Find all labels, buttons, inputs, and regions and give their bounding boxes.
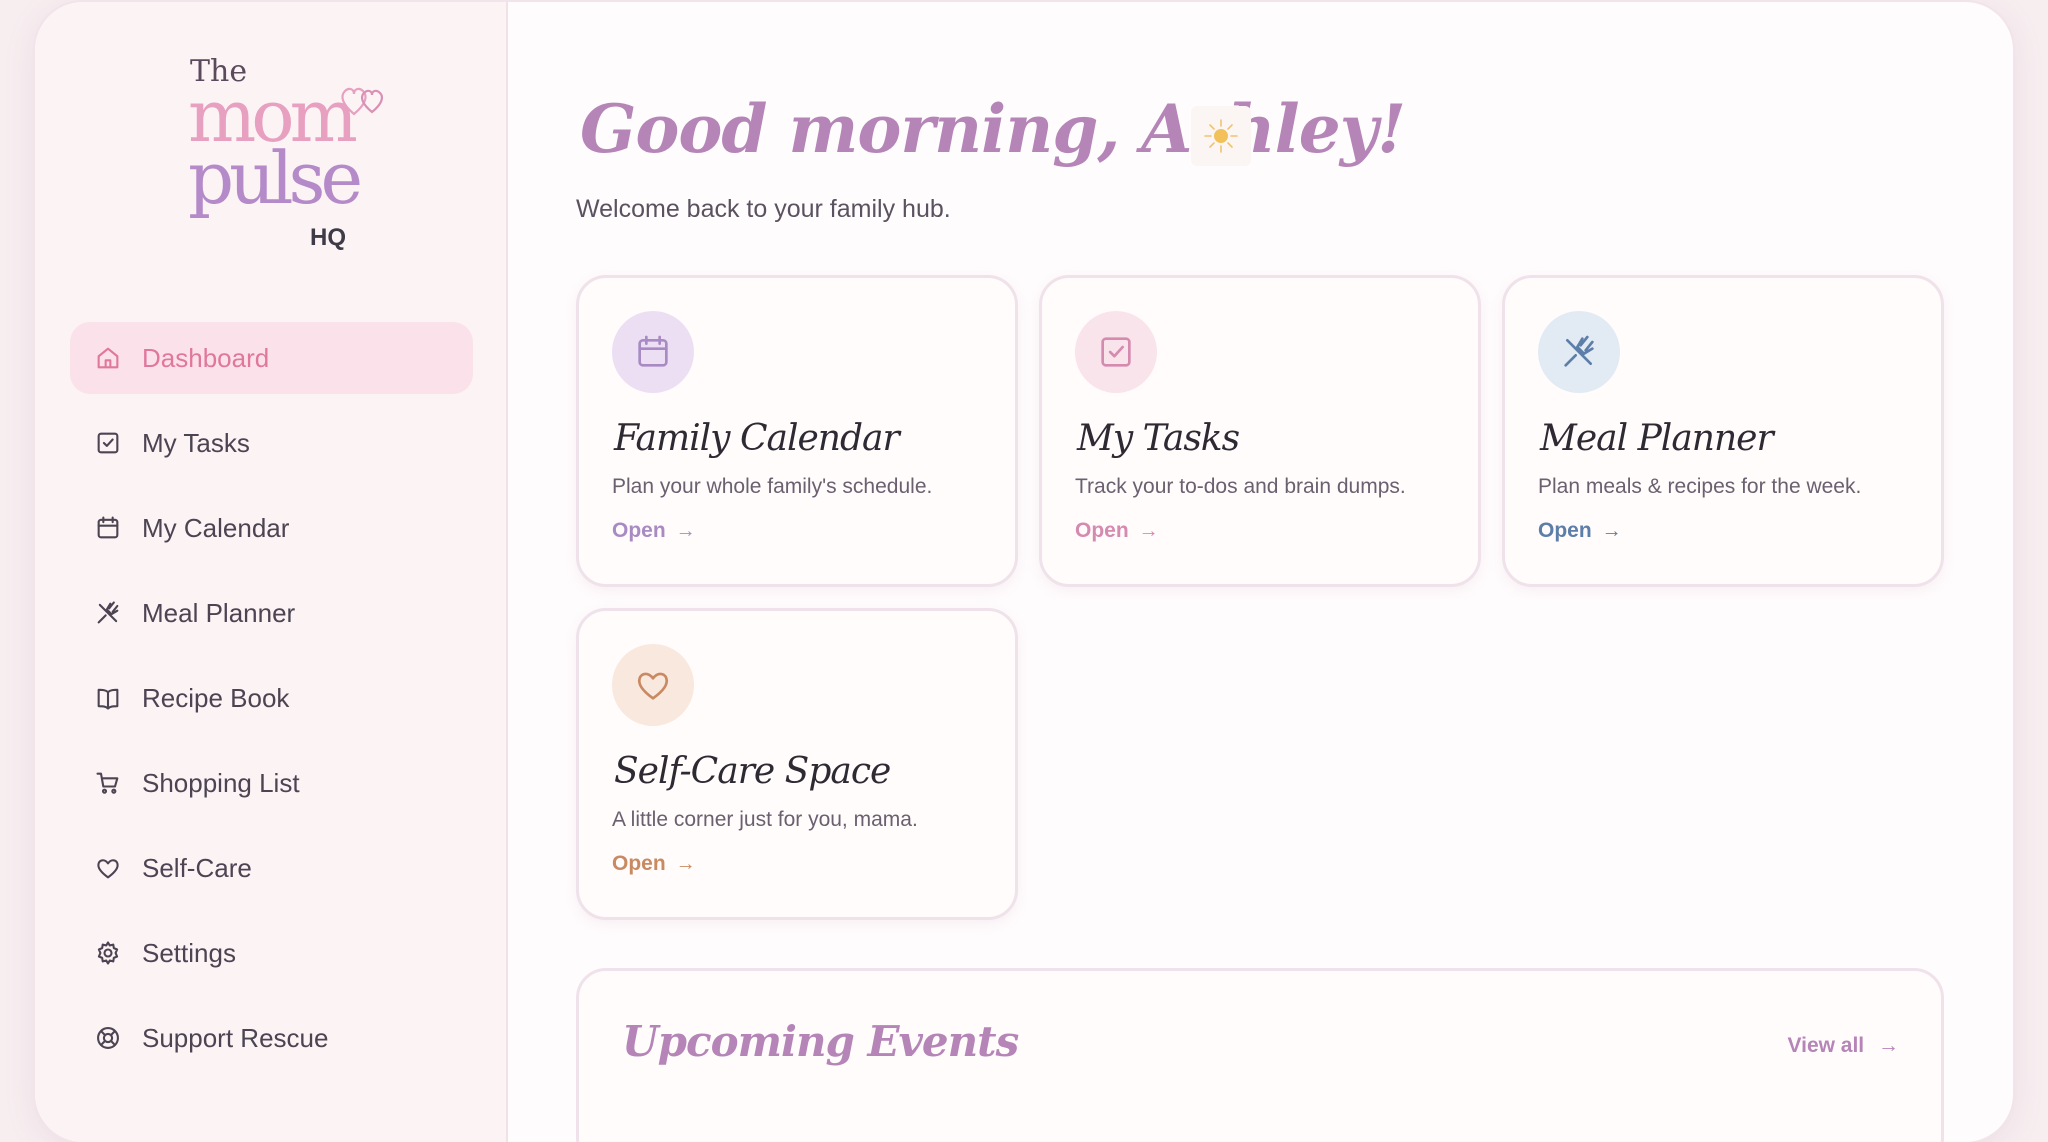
book-icon [94,684,122,712]
welcome-text: Welcome back to your family hub. [576,195,951,223]
sidebar-item-label: My Calendar [142,512,290,543]
cart-icon [94,769,122,797]
card-description: Plan meals & recipes for the week. [1538,475,1862,498]
sidebar-item-settings[interactable]: Settings [70,917,473,989]
sidebar-item-label: Shopping List [142,767,300,798]
card-badge [612,311,694,393]
utensils-icon [1564,335,1594,367]
heart-icon [94,854,122,882]
sidebar-item-label: Self-Care [142,852,252,883]
sidebar-item-recipe-book[interactable]: Recipe Book [70,662,473,734]
home-icon [94,344,122,372]
card-title: Family Calendar [614,418,900,459]
open-link[interactable]: Open → [1538,519,1622,543]
view-all-label: View all [1787,1034,1865,1057]
open-link[interactable]: Open → [612,852,696,876]
view-all-link[interactable]: View all → [1787,1034,1899,1058]
card-meal-planner[interactable]: Meal Planner Plan meals & recipes for th… [1502,275,1944,587]
card-badge [1075,311,1157,393]
logo: The mom pulse HQ [188,54,410,254]
utensils-icon [94,599,122,627]
sidebar-item-self-care[interactable]: Self-Care [70,832,473,904]
sidebar: The mom pulse HQ Dashboard My Tasks My C… [35,2,508,1142]
page-title: Good morning, Ashley! [580,90,1406,168]
sidebar-item-label: Support Rescue [142,1022,329,1053]
card-description: Track your to-dos and brain dumps. [1075,475,1406,498]
arrow-right-icon: → [675,519,696,542]
calendar-icon [94,514,122,542]
sidebar-item-meal-planner[interactable]: Meal Planner [70,577,473,649]
sidebar-item-dashboard[interactable]: Dashboard [70,322,473,394]
app-window: The mom pulse HQ Dashboard My Tasks My C… [35,2,2013,1142]
calendar-icon [638,335,668,367]
open-link-label: Open [612,519,666,542]
lifebuoy-icon [94,1024,122,1052]
sidebar-item-label: My Tasks [142,427,250,458]
main-content: Good morning, Ashley! Welcome back to yo… [508,2,2013,1142]
card-self-care-space[interactable]: Self-Care Space A little corner just for… [576,608,1018,920]
card-description: A little corner just for you, mama. [612,808,918,831]
card-badge [1538,311,1620,393]
card-title: Meal Planner [1540,418,1774,459]
open-link-label: Open [612,852,666,875]
sidebar-item-support-rescue[interactable]: Support Rescue [70,1002,473,1074]
arrow-right-icon: → [1601,519,1622,542]
check-square-icon [1101,337,1131,367]
upcoming-events-title: Upcoming Events [622,1017,1019,1066]
sidebar-item-my-calendar[interactable]: My Calendar [70,492,473,564]
open-link[interactable]: Open → [612,519,696,543]
gear-icon [94,939,122,967]
arrow-right-icon: → [1878,1034,1899,1057]
open-link[interactable]: Open → [1075,519,1159,543]
upcoming-events-panel: Upcoming Events View all → [576,968,1944,1142]
sidebar-item-label: Settings [142,937,236,968]
sidebar-item-my-tasks[interactable]: My Tasks [70,407,473,479]
sidebar-item-shopping-list[interactable]: Shopping List [70,747,473,819]
open-link-label: Open [1538,519,1592,542]
card-title: My Tasks [1077,418,1240,459]
heart-icon [637,672,669,700]
arrow-right-icon: → [675,852,696,875]
card-family-calendar[interactable]: Family Calendar Plan your whole family's… [576,275,1018,587]
hearts-icon [341,87,383,116]
arrow-right-icon: → [1138,519,1159,542]
card-badge [612,644,694,726]
card-title: Self-Care Space [614,751,891,792]
sidebar-item-label: Meal Planner [142,597,296,628]
sidebar-item-label: Recipe Book [142,682,290,713]
card-my-tasks[interactable]: My Tasks Track your to-dos and brain dum… [1039,275,1481,587]
open-link-label: Open [1075,519,1129,542]
sun-icon [1191,106,1251,166]
logo-hq: HQ [310,224,346,251]
sidebar-nav: Dashboard My Tasks My Calendar Meal Plan… [70,322,473,1087]
sidebar-item-label: Dashboard [142,342,270,373]
logo-pulse: pulse [188,136,363,220]
check-square-icon [94,429,122,457]
card-description: Plan your whole family's schedule. [612,475,933,498]
